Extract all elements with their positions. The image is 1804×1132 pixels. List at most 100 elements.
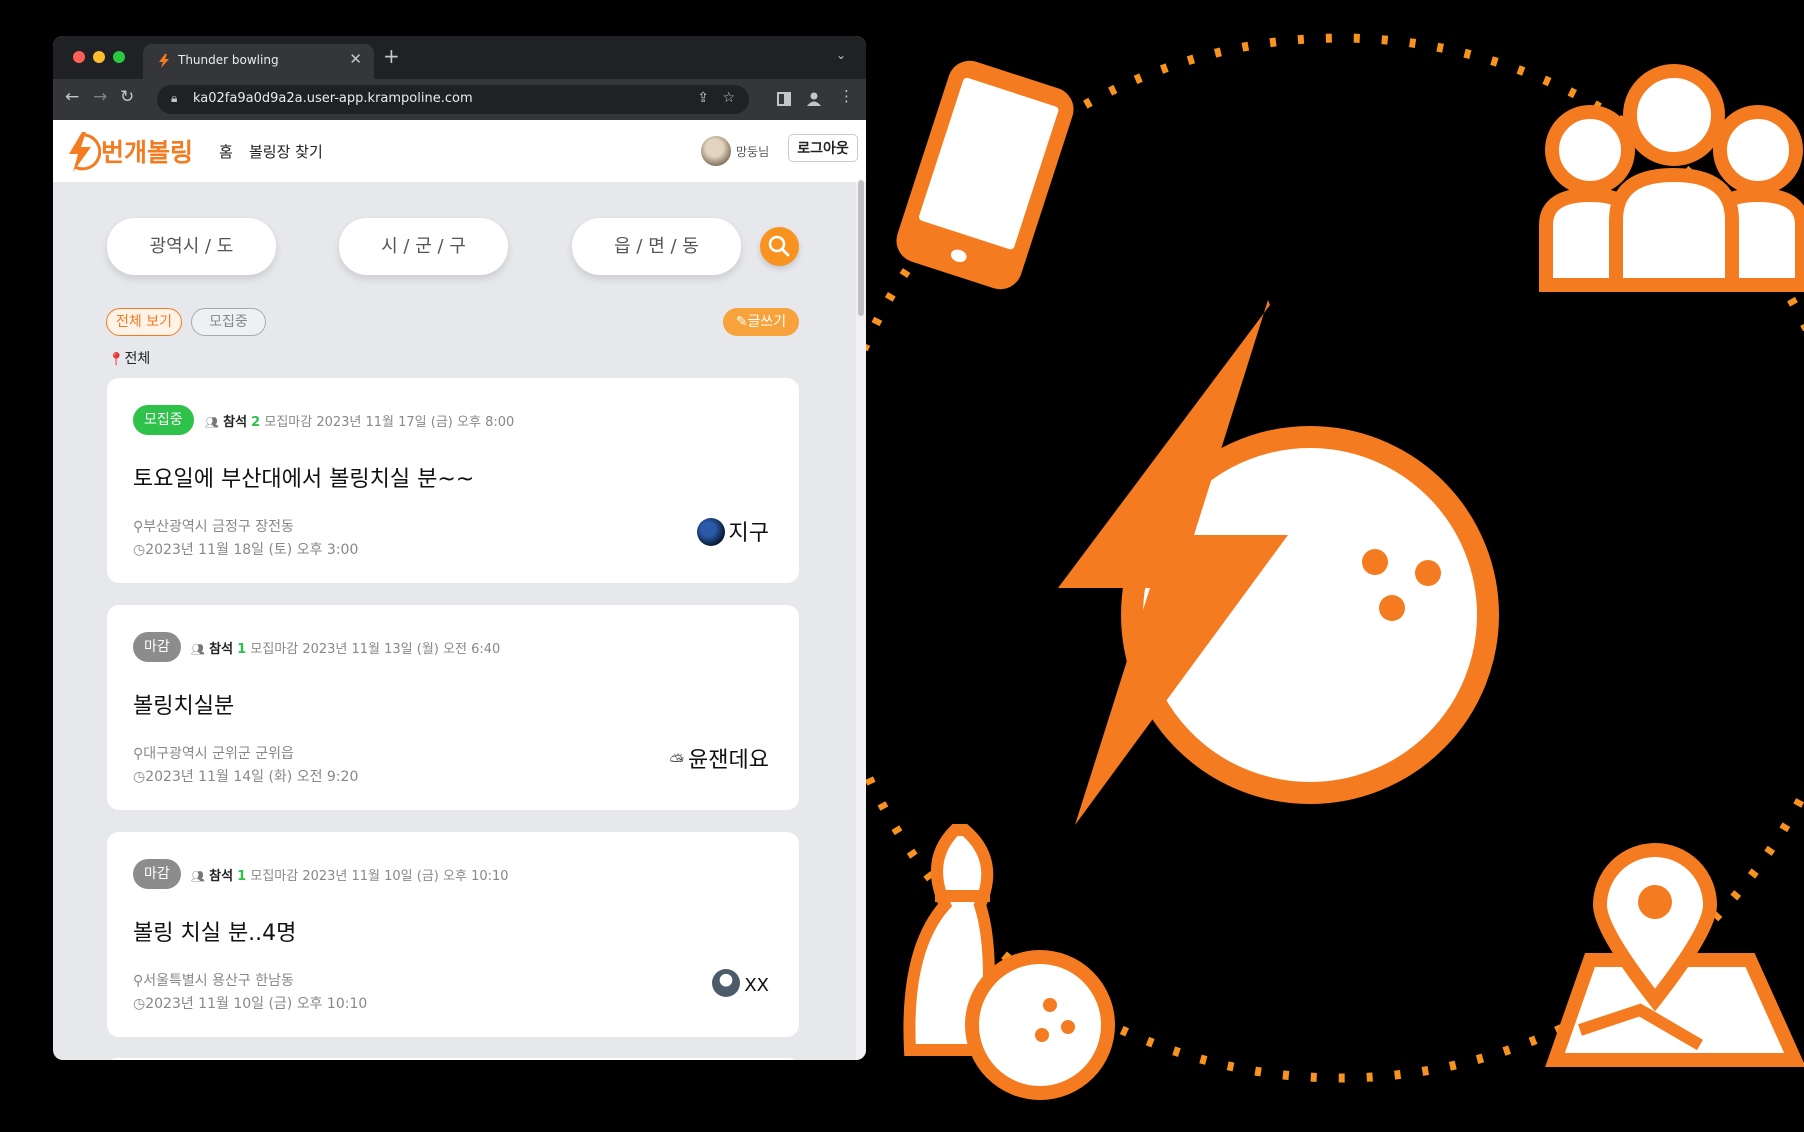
post-title: 토요일에 부산대에서 볼링치실 분~~ (133, 467, 475, 492)
post-card[interactable]: 마감 👥︎ 참석 1 모집마감 2023년 11월 10일 (금) 오후 10:… (107, 832, 799, 1037)
town-select[interactable]: 읍 / 면 / 동 (572, 218, 741, 275)
star-icon[interactable]: ☆ (722, 90, 735, 106)
status-badge: 마감 (133, 632, 181, 662)
map-pin-icon: 📍︎ (108, 352, 125, 367)
write-label: 글쓰기 (747, 314, 787, 330)
thunder-bowling-logo (1058, 300, 1499, 825)
share-icon[interactable]: ⇪ (697, 90, 709, 106)
post-host: ⛅︎ 윤잰데요 (670, 742, 769, 774)
city-select[interactable]: 시 / 군 / 구 (339, 218, 508, 275)
tab-title: Thunder bowling (178, 53, 279, 67)
filter-recruiting-chip[interactable]: 모집중 (191, 308, 266, 336)
lock-icon: 🔒︎ (171, 91, 178, 105)
post-address: ⚲부산광역시 금정구 장전동 (133, 516, 294, 536)
status-badge: 마감 (133, 859, 181, 889)
province-select[interactable]: 광역시 / 도 (107, 218, 276, 275)
map-pin-icon: ⚲ (133, 973, 144, 989)
clock-icon: ◷ (133, 769, 146, 785)
bowling-illustration (866, 33, 1804, 1100)
join-count: 2 (251, 415, 261, 430)
datetime-text: 2023년 11월 14일 (화) 오전 9:20 (145, 769, 359, 785)
people-icon: 👥︎ (191, 870, 205, 883)
bolt-logo-icon[interactable] (65, 132, 101, 172)
filter-all-chip[interactable]: 전체 보기 (106, 308, 182, 336)
join-count: 1 (237, 869, 247, 884)
address-text: 대구광역시 군위군 군위읍 (143, 746, 294, 762)
post-address: ⚲서울특별시 용산구 한남동 (133, 970, 294, 990)
post-meta: 👥︎ 참석 1 모집마감 2023년 11월 10일 (금) 오후 10:10 (191, 865, 509, 884)
host-name: 윤잰데요 (688, 748, 769, 773)
back-icon[interactable]: ← (65, 87, 79, 107)
phone-icon (896, 60, 1074, 290)
pencil-icon: ✎ (735, 314, 748, 330)
reload-icon[interactable]: ↻ (120, 87, 134, 107)
profile-icon[interactable] (806, 91, 822, 107)
join-label: 참석 (209, 869, 234, 884)
post-title: 볼링 치실 분..4명 (133, 921, 297, 946)
people-icon: 👥︎ (191, 643, 205, 656)
search-icon (768, 235, 790, 257)
chevron-down-icon[interactable]: ⌄ (836, 48, 846, 62)
people-group-icon (1539, 64, 1804, 292)
username: 망둥님 (736, 145, 770, 159)
status-badge: 모집중 (133, 405, 194, 435)
clock-icon: ◷ (133, 542, 146, 558)
write-button[interactable]: ✎글쓰기 (723, 308, 799, 336)
bowling-pin-and-ball-icon (903, 824, 1115, 1100)
post-address: ⚲대구광역시 군위군 군위읍 (133, 743, 294, 763)
datetime-text: 2023년 11월 10일 (금) 오후 10:10 (145, 996, 368, 1012)
location-text: 전체 (124, 351, 151, 367)
side-panel-icon[interactable] (777, 92, 791, 106)
nav-home-link[interactable]: 홈 (219, 141, 233, 162)
address-text: 서울특별시 용산구 한남동 (143, 973, 294, 989)
post-card-partial[interactable] (107, 1058, 799, 1060)
cloud-sun-icon: ⛅︎ (669, 751, 685, 772)
forward-icon[interactable]: → (93, 87, 107, 107)
deadline: 모집마감 2023년 11월 10일 (금) 오후 10:10 (250, 869, 509, 884)
address-bar[interactable]: 🔒︎ ka02fa9a0d9a2a.user-app.krampoline.co… (157, 85, 749, 114)
url-text: ka02fa9a0d9a2a.user-app.krampoline.com (193, 91, 473, 106)
maximize-window-button[interactable] (113, 51, 125, 63)
post-datetime: ◷2023년 11월 10일 (금) 오후 10:10 (133, 993, 367, 1013)
post-host: XX (712, 969, 769, 997)
datetime-text: 2023년 11월 18일 (토) 오후 3:00 (145, 542, 359, 558)
tab-bar: Thunder bowling ✕ + ⌄ (53, 36, 866, 79)
people-icon: 👥︎ (205, 416, 219, 429)
close-window-button[interactable] (73, 51, 85, 63)
post-datetime: ◷2023년 11월 18일 (토) 오후 3:00 (133, 539, 358, 559)
map-pin-icon: ⚲ (133, 519, 144, 535)
app-header: 번개볼링 홈 볼링장 찾기 망둥님 로그아웃 (53, 120, 866, 182)
logout-button[interactable]: 로그아웃 (788, 134, 858, 162)
browser-tab[interactable]: Thunder bowling ✕ (143, 44, 374, 79)
earth-avatar (696, 518, 725, 546)
post-title: 볼링치실분 (133, 694, 235, 719)
post-host: 지구 (696, 515, 769, 547)
close-tab-icon[interactable]: ✕ (349, 50, 362, 68)
new-tab-icon[interactable]: + (383, 44, 400, 68)
map-location-icon (1545, 843, 1804, 1067)
current-location: 📍︎전체 (108, 348, 150, 368)
post-meta: 👥︎ 참석 2 모집마감 2023년 11월 17일 (금) 오후 8:00 (205, 411, 514, 430)
logo-text[interactable]: 번개볼링 (101, 133, 193, 169)
default-user-avatar (712, 969, 741, 997)
post-card[interactable]: 마감 👥︎ 참석 1 모집마감 2023년 11월 13일 (월) 오전 6:4… (107, 605, 799, 810)
join-label: 참석 (209, 642, 234, 657)
address-text: 부산광역시 금정구 장전동 (143, 519, 294, 535)
kebab-menu-icon[interactable]: ⋮ (839, 87, 854, 105)
deadline: 모집마감 2023년 11월 13일 (월) 오전 6:40 (250, 642, 501, 657)
user-avatar[interactable] (701, 136, 731, 166)
browser-window: Thunder bowling ✕ + ⌄ ← → ↻ 🔒︎ ka02fa9a0… (53, 36, 866, 1060)
minimize-window-button[interactable] (93, 51, 105, 63)
post-card[interactable]: 모집중 👥︎ 참석 2 모집마감 2023년 11월 17일 (금) 오후 8:… (107, 378, 799, 583)
deadline: 모집마감 2023년 11월 17일 (금) 오후 8:00 (264, 415, 515, 430)
post-datetime: ◷2023년 11월 14일 (화) 오전 9:20 (133, 766, 358, 786)
nav-find-alley-link[interactable]: 볼링장 찾기 (249, 141, 323, 162)
join-label: 참석 (223, 415, 248, 430)
search-button[interactable] (760, 227, 799, 266)
host-name: XX (744, 975, 769, 996)
navigation-bar: ← → ↻ 🔒︎ ka02fa9a0d9a2a.user-app.krampol… (53, 79, 866, 120)
map-pin-icon: ⚲ (133, 746, 144, 762)
scrollbar-thumb[interactable] (858, 180, 864, 316)
join-count: 1 (237, 642, 247, 657)
host-name: 지구 (728, 521, 769, 546)
